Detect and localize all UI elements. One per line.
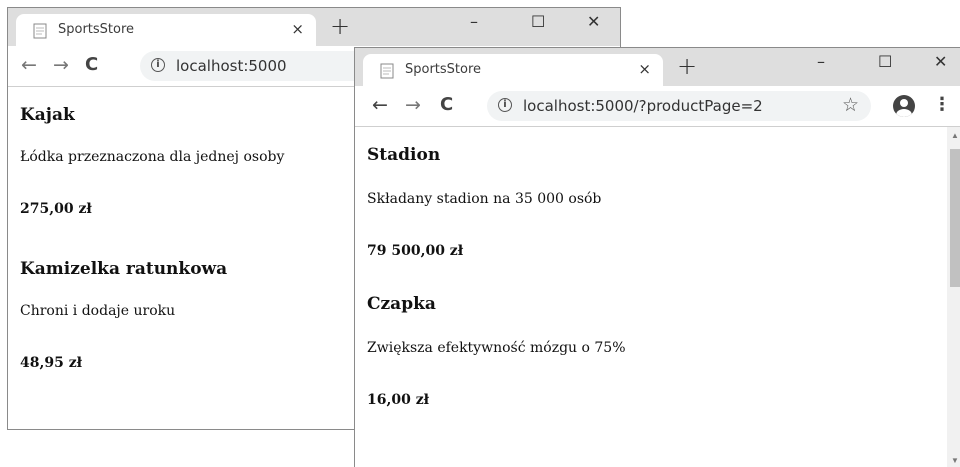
product-name: Czapka [367, 294, 436, 314]
tab-title: SportsStore [405, 62, 482, 77]
page-content: Stadion Składany stadion na 35 000 osób … [355, 127, 960, 467]
reload-icon[interactable]: C [440, 94, 453, 115]
profile-avatar-icon[interactable] [893, 95, 915, 117]
product-description: Zwiększa efektywność mózgu o 75% [367, 340, 626, 356]
vertical-scrollbar[interactable]: ▲ ▼ [947, 127, 960, 467]
close-tab-icon[interactable]: × [638, 60, 651, 78]
product-description: Składany stadion na 35 000 osób [367, 191, 602, 207]
tab-sportsstore[interactable]: SportsStore × [16, 14, 316, 46]
info-icon[interactable]: i [498, 98, 512, 112]
scrollbar-thumb[interactable] [950, 149, 960, 287]
reload-icon[interactable]: C [85, 54, 98, 75]
minimize-icon[interactable]: – [470, 12, 478, 31]
page-icon [380, 63, 394, 79]
product-name: Stadion [367, 145, 441, 165]
browser-window-front: SportsStore × + – ☐ ✕ ← → C i localhost:… [354, 47, 960, 467]
window-close-icon[interactable]: ✕ [587, 12, 600, 31]
window-close-icon[interactable]: ✕ [934, 52, 947, 71]
minimize-icon[interactable]: – [817, 52, 825, 71]
url-text: localhost:5000 [176, 57, 287, 75]
product-name: Kamizelka ratunkowa [20, 259, 228, 279]
toolbar: ← → C i localhost:5000/?productPage=2 ☆ … [355, 86, 960, 127]
bookmark-star-icon[interactable]: ☆ [842, 94, 859, 116]
tab-strip: SportsStore × + – ☐ ✕ [355, 48, 960, 86]
product-price: 16,00 zł [367, 392, 430, 408]
product-description: Łódka przeznaczona dla jednej osoby [20, 149, 285, 165]
tab-strip: SportsStore × + – ☐ ✕ [8, 8, 620, 46]
scroll-up-icon[interactable]: ▲ [951, 131, 959, 140]
close-tab-icon[interactable]: × [291, 20, 304, 38]
page-icon [33, 23, 47, 39]
product-item: Stadion Składany stadion na 35 000 osób … [367, 145, 601, 259]
url-text: localhost:5000/?productPage=2 [523, 97, 763, 115]
tab-title: SportsStore [58, 22, 135, 37]
maximize-icon[interactable]: ☐ [531, 12, 545, 31]
product-price: 48,95 zł [20, 355, 83, 371]
tab-sportsstore[interactable]: SportsStore × [363, 54, 663, 86]
product-item: Czapka Zwiększa efektywność mózgu o 75% … [367, 294, 626, 408]
scroll-down-icon[interactable]: ▼ [951, 456, 959, 465]
info-icon[interactable]: i [151, 58, 165, 72]
forward-icon[interactable]: → [53, 54, 69, 76]
new-tab-icon[interactable]: + [677, 52, 697, 80]
product-name: Kajak [20, 105, 75, 125]
product-item: Kamizelka ratunkowa Chroni i dodaje urok… [20, 259, 228, 371]
forward-icon[interactable]: → [405, 94, 421, 116]
address-bar[interactable]: i localhost:5000/?productPage=2 ☆ [487, 91, 871, 121]
product-price: 79 500,00 zł [367, 243, 464, 259]
maximize-icon[interactable]: ☐ [878, 52, 892, 71]
new-tab-icon[interactable]: + [330, 12, 350, 40]
product-price: 275,00 zł [20, 201, 92, 217]
product-description: Chroni i dodaje uroku [20, 303, 176, 319]
product-item: Kajak Łódka przeznaczona dla jednej osob… [20, 105, 284, 217]
menu-icon[interactable]: ⋮ [933, 94, 951, 115]
back-icon[interactable]: ← [372, 94, 388, 116]
back-icon[interactable]: ← [21, 54, 37, 76]
